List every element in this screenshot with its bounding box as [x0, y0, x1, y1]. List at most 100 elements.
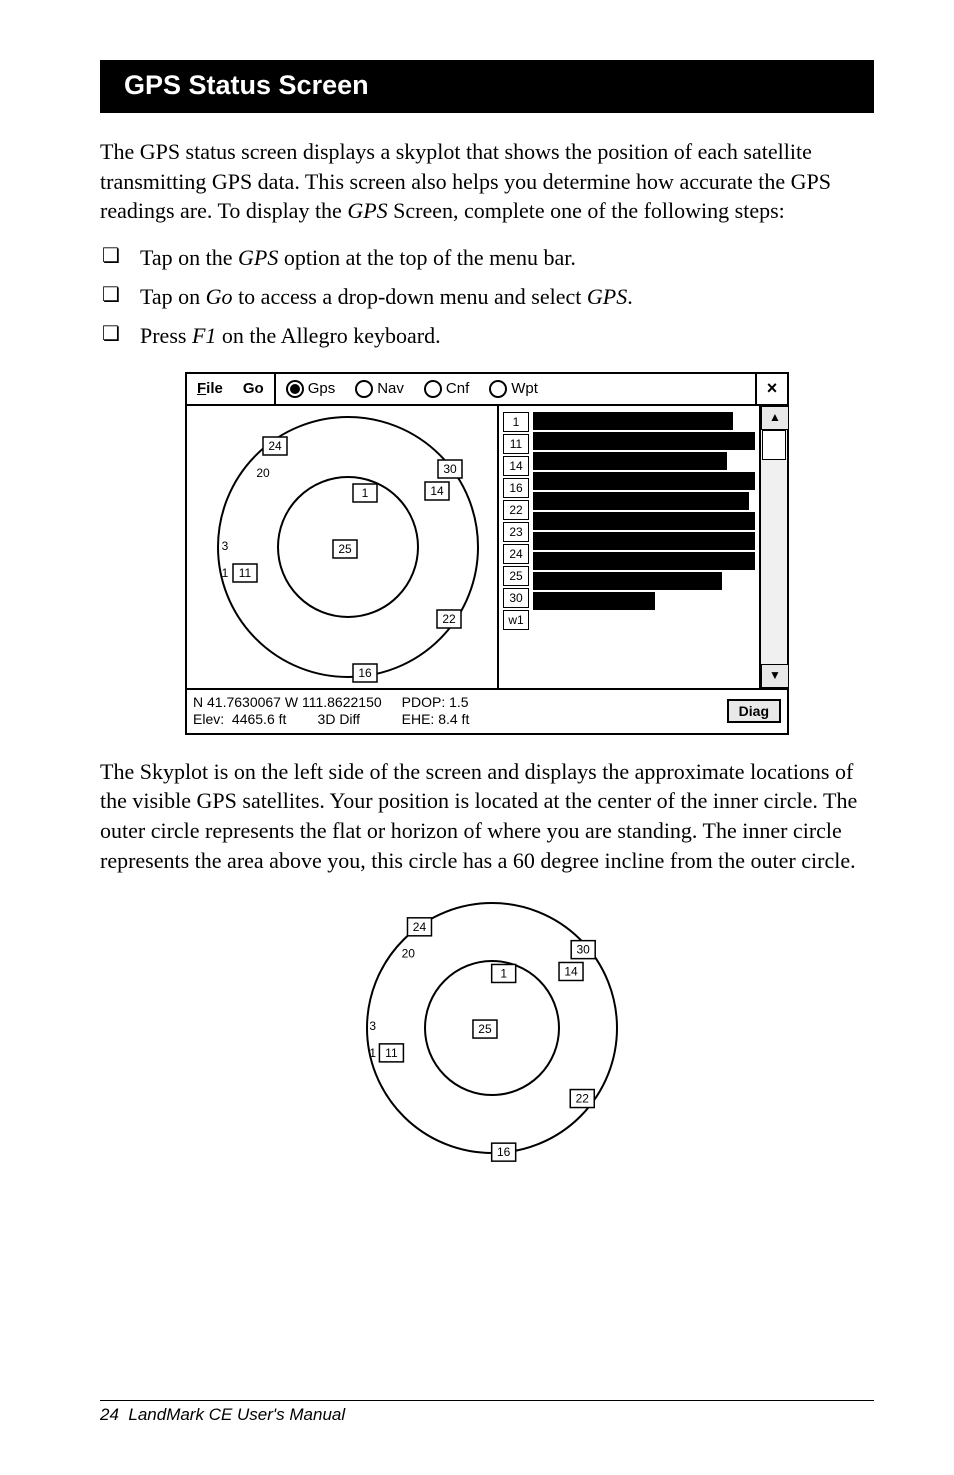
signal-bar — [533, 592, 655, 610]
svg-text:22: 22 — [576, 1092, 590, 1106]
sat-id-label: 16 — [503, 478, 529, 498]
step-italic: Go — [206, 284, 233, 309]
page-title: GPS Status Screen — [100, 60, 874, 113]
step-text: on the Allegro keyboard. — [216, 323, 440, 348]
page-footer: 24 LandMark CE User's Manual — [100, 1400, 874, 1425]
step-italic: F1 — [192, 323, 216, 348]
svg-text:3: 3 — [222, 539, 229, 553]
signal-bar — [533, 452, 727, 470]
step-text: Press — [140, 323, 192, 348]
sat-id-label: 25 — [503, 566, 529, 586]
close-button[interactable]: × — [755, 374, 787, 404]
status-lat: N 41.7630067 — [193, 694, 281, 710]
svg-text:24: 24 — [268, 439, 282, 453]
svg-text:22: 22 — [442, 612, 456, 626]
svg-text:3: 3 — [369, 1019, 376, 1033]
scroll-down-icon[interactable]: ▼ — [761, 664, 789, 688]
svg-text:16: 16 — [497, 1146, 511, 1160]
sat-id-label: 24 — [503, 544, 529, 564]
sat-id-label: 23 — [503, 522, 529, 542]
sat-id-label: 11 — [503, 434, 529, 454]
svg-text:11: 11 — [385, 1046, 398, 1060]
gps-app-window: File Go Gps Nav Cnf Wpt × 24203014132511… — [185, 372, 789, 735]
signal-bar — [533, 432, 755, 450]
svg-text:1: 1 — [500, 967, 507, 981]
menu-cnf-label: Cnf — [446, 380, 469, 397]
svg-text:1: 1 — [362, 486, 369, 500]
menu-gps-label: Gps — [308, 380, 336, 397]
radio-open-icon — [355, 380, 373, 398]
diag-button[interactable]: Diag — [727, 699, 781, 723]
menu-file-label: File — [197, 380, 223, 397]
signal-bar — [533, 512, 755, 530]
radio-open-icon — [489, 380, 507, 398]
scrollbar[interactable]: ▲ ▼ — [761, 406, 787, 688]
skyplot-svg: 2420301413251112216 — [193, 412, 493, 684]
menu-wpt-label: Wpt — [511, 380, 538, 397]
skyplot-figure: 2420301413251112216 — [342, 893, 632, 1163]
menu-nav[interactable]: Nav — [345, 374, 414, 404]
status-elev-value: 4465.6 ft — [232, 711, 287, 727]
menu-gps[interactable]: Gps — [274, 374, 346, 404]
signal-bar — [533, 472, 755, 490]
step-text: option at the top of the menu bar. — [278, 245, 576, 270]
menu-go-label: Go — [243, 380, 264, 397]
svg-text:1: 1 — [222, 566, 229, 580]
step-item: Press F1 on the Allegro keyboard. — [100, 318, 874, 353]
bar-values — [533, 412, 755, 686]
step-item: Tap on Go to access a drop-down menu and… — [100, 279, 874, 314]
skyplot-paragraph: The Skyplot is on the left side of the s… — [100, 757, 874, 876]
svg-text:24: 24 — [413, 920, 427, 934]
svg-text:25: 25 — [338, 542, 352, 556]
svg-text:30: 30 — [443, 462, 457, 476]
status-lon: W 111.8622150 — [285, 694, 382, 710]
status-bar: N 41.7630067 W 111.8622150 Elev: 4465.6 … — [187, 688, 787, 733]
step-text: Tap on the — [140, 245, 238, 270]
svg-text:20: 20 — [402, 947, 416, 961]
menu-wpt[interactable]: Wpt — [479, 374, 548, 404]
step-text: to access a drop-down menu and select — [233, 284, 587, 309]
scroll-up-icon[interactable]: ▲ — [761, 406, 789, 430]
status-elev-label: Elev: — [193, 711, 224, 727]
menubar: File Go Gps Nav Cnf Wpt × — [187, 374, 787, 406]
step-text: . — [627, 284, 633, 309]
sat-id-label: w1 — [503, 610, 529, 630]
menu-go[interactable]: Go — [233, 374, 274, 404]
intro-paragraph: The GPS status screen displays a skyplot… — [100, 137, 874, 226]
step-italic: GPS — [238, 245, 278, 270]
menu-file[interactable]: File — [187, 374, 233, 404]
svg-text:1: 1 — [369, 1046, 376, 1060]
step-text: Tap on — [140, 284, 206, 309]
footer-page: 24 — [100, 1405, 119, 1424]
bar-labels: 11114162223242530w1 — [503, 412, 529, 686]
intro-gps-word: GPS — [347, 198, 387, 223]
footer-book: LandMark CE User's Manual — [128, 1405, 345, 1424]
scroll-thumb[interactable] — [762, 430, 786, 460]
menu-cnf[interactable]: Cnf — [414, 374, 479, 404]
svg-text:14: 14 — [430, 484, 444, 498]
step-italic: GPS — [587, 284, 627, 309]
status-mode: 3D Diff — [318, 711, 361, 727]
signal-bar — [533, 552, 755, 570]
svg-text:11: 11 — [239, 566, 252, 580]
signal-bar — [533, 532, 755, 550]
steps-list: Tap on the GPS option at the top of the … — [100, 240, 874, 354]
sat-id-label: 22 — [503, 500, 529, 520]
radio-filled-icon — [286, 380, 304, 398]
svg-text:20: 20 — [256, 466, 270, 480]
svg-text:30: 30 — [577, 943, 591, 957]
signal-bar — [533, 492, 749, 510]
signal-bars-panel: 11114162223242530w1 — [499, 406, 761, 688]
step-item: Tap on the GPS option at the top of the … — [100, 240, 874, 275]
skyplot-panel: 2420301413251112216 — [187, 406, 499, 688]
signal-bar — [533, 412, 733, 430]
signal-bar — [533, 572, 722, 590]
sat-id-label: 1 — [503, 412, 529, 432]
intro-text-b: Screen, complete one of the following st… — [388, 198, 785, 223]
radio-open-icon — [424, 380, 442, 398]
status-pdop: PDOP: 1.5 — [402, 694, 470, 712]
sat-id-label: 30 — [503, 588, 529, 608]
status-ehe: EHE: 8.4 ft — [402, 711, 470, 729]
svg-text:14: 14 — [564, 965, 578, 979]
svg-text:16: 16 — [358, 666, 372, 680]
